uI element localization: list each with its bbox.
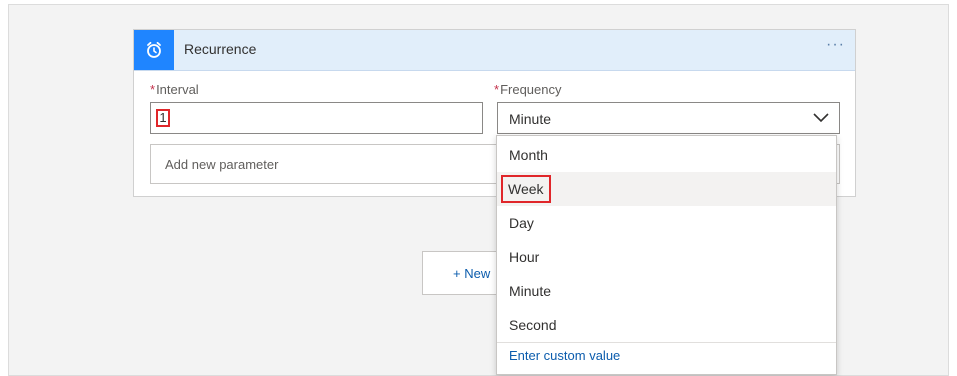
- option-label: Month: [509, 147, 548, 163]
- dropdown-divider: [497, 342, 836, 343]
- card-title: Recurrence: [184, 41, 257, 57]
- interval-input[interactable]: 1: [150, 102, 483, 134]
- interval-label-text: Interval: [156, 82, 199, 97]
- required-mark: *: [494, 82, 500, 97]
- frequency-option-day[interactable]: Day: [497, 206, 836, 240]
- enter-custom-value-link[interactable]: Enter custom value: [509, 348, 620, 363]
- option-label: Minute: [509, 283, 552, 299]
- frequency-label-text: Frequency: [500, 82, 562, 97]
- frequency-option-hour[interactable]: Hour: [497, 240, 836, 274]
- more-options-icon[interactable]: ···: [826, 36, 845, 54]
- frequency-selected-value: Minute: [509, 111, 552, 127]
- frequency-select[interactable]: Minute: [497, 102, 840, 134]
- option-label: Day: [509, 215, 534, 231]
- frequency-label: *Frequency: [494, 82, 561, 97]
- frequency-dropdown-list: Month Week Day Hour Minute Second Enter …: [496, 135, 837, 375]
- required-mark: *: [150, 82, 156, 97]
- new-step-label: + New: [453, 266, 491, 281]
- option-label: Second: [509, 317, 557, 333]
- add-parameter-placeholder: Add new parameter: [165, 157, 279, 172]
- frequency-option-minute[interactable]: Minute: [497, 274, 836, 308]
- frequency-option-second[interactable]: Second: [497, 308, 836, 342]
- chevron-down-icon[interactable]: [813, 112, 829, 127]
- alarm-clock-icon: [134, 30, 174, 70]
- option-label: Hour: [509, 249, 540, 265]
- frequency-option-month[interactable]: Month: [497, 138, 836, 172]
- designer-canvas: Recurrence ··· *Interval 1 *Frequency Mi…: [8, 4, 949, 376]
- frequency-option-week[interactable]: Week: [497, 172, 836, 206]
- interval-label: *Interval: [150, 82, 199, 97]
- interval-value: 1: [156, 109, 170, 127]
- card-header[interactable]: Recurrence ···: [134, 30, 855, 71]
- option-label: Week: [501, 175, 551, 203]
